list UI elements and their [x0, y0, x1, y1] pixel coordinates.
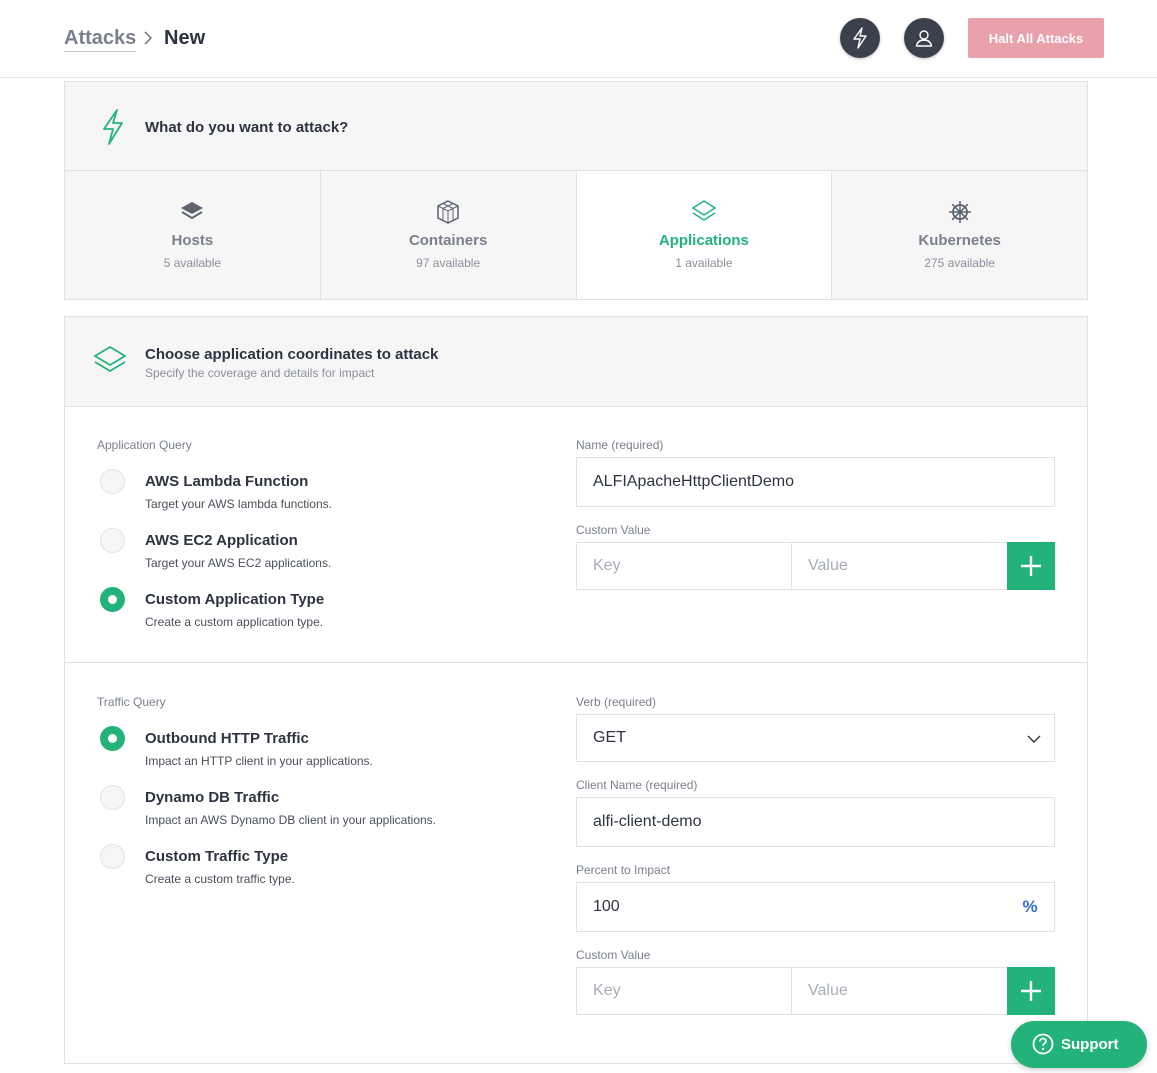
custom-value-label: Custom Value — [576, 523, 651, 537]
target-count: 97 available — [416, 256, 481, 270]
halt-all-attacks-button[interactable]: Halt All Attacks — [968, 18, 1104, 58]
page-title: New — [164, 27, 206, 49]
target-name: Applications — [658, 232, 749, 249]
option-title: Custom Application Type — [145, 591, 325, 608]
radio-custom-application[interactable] — [100, 587, 125, 612]
coordinates-header: Choose application coordinates to attack… — [65, 317, 1087, 407]
coordinates-panel: Choose application coordinates to attack… — [64, 316, 1088, 1064]
traffic-custom-key-input[interactable] — [576, 967, 792, 1015]
plus-icon — [1021, 556, 1041, 576]
option-description: Target your AWS EC2 applications. — [145, 556, 332, 570]
option-title: Dynamo DB Traffic — [145, 789, 280, 806]
custom-key-input[interactable] — [576, 542, 792, 590]
attack-target-header: What do you want to attack? — [65, 82, 1087, 171]
verb-selected-value: GET — [593, 729, 626, 746]
verb-field-label: Verb (required) — [576, 695, 657, 709]
breadcrumb-attacks-link[interactable]: Attacks — [64, 27, 137, 52]
coordinates-title: Choose application coordinates to attack — [145, 346, 439, 363]
option-title: Custom Traffic Type — [145, 848, 289, 865]
attack-target-panel: What do you want to attack? Hosts 5 avai… — [64, 81, 1088, 300]
option-title: Outbound HTTP Traffic — [145, 730, 309, 747]
chevron-right-icon — [144, 31, 153, 45]
percent-impact-label: Percent to Impact — [576, 863, 671, 877]
traffic-query-label: Traffic Query — [97, 695, 166, 709]
target-name: Containers — [408, 232, 488, 249]
top-bar: Attacks New Halt All Attacks — [0, 0, 1157, 78]
support-button[interactable]: Support — [1011, 1021, 1147, 1068]
user-icon — [915, 30, 933, 47]
target-count: 275 available — [924, 256, 995, 270]
target-hosts[interactable]: Hosts 5 available — [65, 171, 321, 299]
application-query-label: Application Query — [97, 438, 192, 452]
attack-target-title: What do you want to attack? — [145, 119, 349, 136]
option-description: Target your AWS lambda functions. — [145, 497, 332, 511]
question-circle-icon — [1032, 1033, 1054, 1055]
option-title: AWS EC2 Application — [145, 532, 298, 549]
traffic-custom-value-input[interactable] — [791, 967, 1008, 1015]
target-applications[interactable]: Applications 1 available — [576, 171, 833, 299]
lightning-icon — [853, 27, 867, 49]
option-title: AWS Lambda Function — [145, 473, 309, 490]
target-name: Kubernetes — [918, 232, 1001, 249]
radio-dynamo-db[interactable] — [100, 785, 125, 810]
option-description: Create a custom traffic type. — [145, 872, 295, 886]
target-count: 5 available — [163, 256, 222, 270]
client-name-input[interactable] — [576, 797, 1055, 847]
chevron-down-icon — [1027, 735, 1041, 743]
section-divider — [65, 662, 1087, 663]
radio-custom-traffic[interactable] — [100, 844, 125, 869]
name-field-label: Name (required) — [576, 438, 664, 452]
radio-outbound-http[interactable] — [100, 726, 125, 751]
lightning-icon — [103, 109, 123, 145]
application-name-input[interactable] — [576, 457, 1055, 507]
helm-wheel-icon — [948, 201, 971, 223]
coordinates-subtitle: Specify the coverage and details for imp… — [145, 366, 375, 380]
cube-icon — [437, 200, 459, 224]
target-kubernetes[interactable]: Kubernetes 275 available — [832, 171, 1087, 299]
target-count: 1 available — [675, 256, 733, 270]
layers-icon — [181, 202, 204, 220]
attack-lightning-button[interactable] — [840, 18, 880, 58]
add-traffic-custom-value-button[interactable] — [1007, 967, 1055, 1015]
support-label: Support — [1061, 1036, 1119, 1053]
radio-aws-ec2[interactable] — [100, 528, 125, 553]
verb-select[interactable]: GET — [576, 714, 1055, 762]
target-containers[interactable]: Containers 97 available — [320, 171, 577, 299]
custom-value-label: Custom Value — [576, 948, 651, 962]
target-name: Hosts — [171, 232, 214, 249]
user-account-button[interactable] — [904, 18, 944, 58]
stack-icon — [93, 345, 127, 373]
target-type-selector: Hosts 5 available Containers 97 availabl… — [65, 171, 1087, 299]
client-name-label: Client Name (required) — [576, 778, 698, 792]
plus-icon — [1021, 981, 1041, 1001]
percent-suffix: % — [1006, 882, 1055, 932]
option-description: Impact an AWS Dynamo DB client in your a… — [145, 813, 437, 827]
radio-aws-lambda[interactable] — [100, 469, 125, 494]
add-custom-value-button[interactable] — [1007, 542, 1055, 590]
custom-value-input[interactable] — [791, 542, 1008, 590]
stack-icon — [691, 200, 717, 221]
percent-impact-input[interactable] — [576, 882, 1007, 932]
option-description: Impact an HTTP client in your applicatio… — [145, 754, 373, 768]
option-description: Create a custom application type. — [145, 615, 324, 629]
